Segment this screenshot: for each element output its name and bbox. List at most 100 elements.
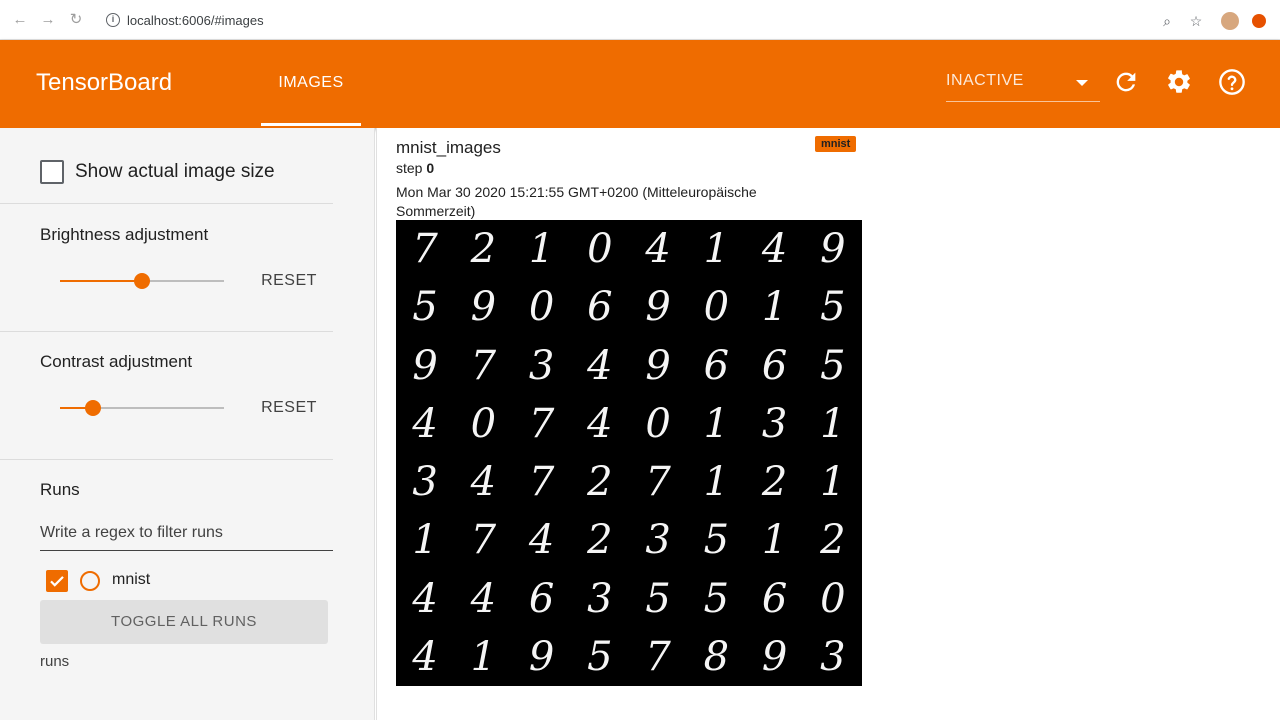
mnist-digit: 6 xyxy=(587,284,613,331)
brightness-slider-thumb[interactable] xyxy=(134,273,150,289)
mnist-digit: 5 xyxy=(703,517,730,564)
mnist-digit: 7 xyxy=(412,226,438,273)
mnist-digit: 4 xyxy=(470,575,497,622)
show-actual-size-label: Show actual image size xyxy=(75,161,275,182)
mnist-digit: 4 xyxy=(412,400,438,447)
mnist-digit: 2 xyxy=(587,517,613,564)
brightness-title: Brightness adjustment xyxy=(40,225,209,244)
mnist-digit: 0 xyxy=(820,575,846,622)
sidebar: Show actual image size Brightness adjust… xyxy=(0,128,375,720)
mnist-digit: 6 xyxy=(761,342,788,389)
active-tab-indicator xyxy=(261,123,361,126)
run-filter-input[interactable]: Write a regex to filter runs xyxy=(40,521,333,551)
mnist-digit: 2 xyxy=(820,517,846,564)
mnist-digit: 1 xyxy=(820,459,846,506)
mnist-digit: 7 xyxy=(645,459,671,506)
mnist-digit: 9 xyxy=(761,633,788,680)
mnist-digit: 4 xyxy=(470,459,497,506)
mnist-image-grid[interactable]: 7210414959069015973496654074013134727121… xyxy=(396,220,862,686)
tab-images-label: IMAGES xyxy=(278,74,344,91)
mnist-digit: 2 xyxy=(761,459,788,506)
runs-title: Runs xyxy=(40,480,80,499)
settings-gear-icon[interactable] xyxy=(1165,68,1193,96)
mnist-digit: 5 xyxy=(820,284,846,331)
inactive-plugins-dropdown[interactable]: INACTIVE xyxy=(946,70,1100,102)
app-title: TensorBoard xyxy=(36,69,173,96)
mnist-digit: 1 xyxy=(412,517,438,564)
mnist-digit: 0 xyxy=(703,284,730,331)
mnist-digit: 9 xyxy=(645,284,671,331)
run-mnist-label: mnist xyxy=(112,571,151,588)
inactive-dropdown-label: INACTIVE xyxy=(946,72,1024,89)
divider xyxy=(0,459,333,460)
brightness-reset-button[interactable]: RESET xyxy=(258,268,320,294)
mnist-digit: 9 xyxy=(645,342,671,389)
dropdown-arrow-icon xyxy=(1076,80,1088,86)
mnist-digit: 7 xyxy=(528,400,555,447)
mnist-digit: 1 xyxy=(528,226,555,273)
mnist-digit: 4 xyxy=(412,575,438,622)
card-title: mnist_images xyxy=(396,138,501,157)
mnist-digit: 1 xyxy=(470,633,497,680)
mnist-digit: 6 xyxy=(761,575,788,622)
contrast-slider-thumb[interactable] xyxy=(84,400,101,416)
profile-avatar-icon[interactable] xyxy=(1221,12,1239,30)
step-value: 0 xyxy=(426,160,435,176)
browser-toolbar: ← → ↻ i localhost:6006/#images ⌕ ☆ xyxy=(0,0,1280,40)
mnist-digit: 1 xyxy=(761,517,788,564)
reload-icon[interactable]: ↻ xyxy=(68,12,84,28)
mnist-digit: 9 xyxy=(470,284,497,331)
toggle-all-runs-button[interactable]: TOGGLE ALL RUNS xyxy=(40,600,328,644)
mnist-digit: 5 xyxy=(645,575,671,622)
divider xyxy=(0,203,333,204)
mnist-digit: 7 xyxy=(470,517,497,564)
mnist-digit: 1 xyxy=(703,459,730,506)
refresh-icon[interactable] xyxy=(1112,68,1140,96)
mnist-digit: 7 xyxy=(470,342,497,389)
mnist-digit: 3 xyxy=(412,459,438,506)
tab-images[interactable]: IMAGES xyxy=(261,40,361,126)
run-badge: mnist xyxy=(815,136,857,152)
mnist-digit: 6 xyxy=(703,342,730,389)
divider xyxy=(0,331,333,332)
mnist-digit: 4 xyxy=(412,633,438,680)
mnist-digit: 0 xyxy=(587,226,613,273)
extension-icon[interactable] xyxy=(1252,14,1266,28)
digit-grid: 7210414959069015973496654074013134727121… xyxy=(396,220,862,686)
mnist-digit: 1 xyxy=(761,284,788,331)
timestamp: Mon Mar 30 2020 15:21:55 GMT+0200 (Mitte… xyxy=(396,184,757,219)
back-icon[interactable]: ← xyxy=(12,12,28,28)
mnist-digit: 4 xyxy=(645,226,671,273)
mnist-digit: 1 xyxy=(703,400,730,447)
show-actual-size-checkbox[interactable] xyxy=(40,160,64,184)
app-header: TensorBoard IMAGES INACTIVE xyxy=(0,40,1280,128)
mnist-digit: 2 xyxy=(587,459,613,506)
mnist-digit: 2 xyxy=(470,226,497,273)
mnist-digit: 5 xyxy=(703,575,730,622)
mnist-digit: 4 xyxy=(587,342,613,389)
mnist-digit: 9 xyxy=(528,633,555,680)
run-mnist-color-radio[interactable] xyxy=(80,571,100,591)
address-bar[interactable]: i localhost:6006/#images xyxy=(100,8,1220,34)
mnist-digit: 3 xyxy=(645,517,671,564)
mnist-digit: 8 xyxy=(703,633,730,680)
mnist-digit: 1 xyxy=(820,400,846,447)
mnist-digit: 3 xyxy=(587,575,613,622)
forward-icon[interactable]: → xyxy=(40,12,56,28)
brightness-slider[interactable] xyxy=(60,273,224,289)
mnist-digit: 4 xyxy=(587,400,613,447)
mnist-digit: 0 xyxy=(470,400,497,447)
mnist-digit: 1 xyxy=(703,226,730,273)
help-icon[interactable] xyxy=(1218,68,1246,96)
run-mnist-checkbox[interactable] xyxy=(46,570,68,592)
mnist-digit: 4 xyxy=(761,226,788,273)
step-label: step xyxy=(396,160,423,176)
mnist-digit: 0 xyxy=(645,400,671,447)
runs-footer-label: runs xyxy=(40,653,70,670)
contrast-slider[interactable] xyxy=(60,400,224,416)
contrast-reset-button[interactable]: RESET xyxy=(258,395,320,421)
bookmark-star-icon[interactable]: ☆ xyxy=(1187,12,1205,30)
info-icon[interactable]: i xyxy=(106,13,120,27)
contrast-title: Contrast adjustment xyxy=(40,352,193,371)
zoom-icon[interactable]: ⌕ xyxy=(1158,12,1176,30)
